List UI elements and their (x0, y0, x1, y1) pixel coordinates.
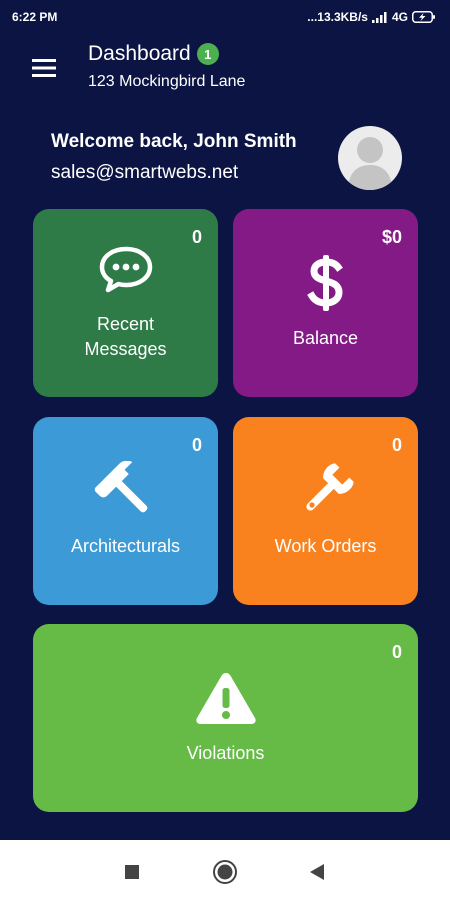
dollar-icon (306, 253, 346, 318)
user-avatar-icon[interactable] (338, 126, 402, 190)
balance-amount: $0 (381, 227, 402, 247)
property-address: 123 Mockingbird Lane (88, 73, 246, 90)
work-orders-count: 0 (391, 435, 402, 455)
violations-tile[interactable]: 0 Violations (33, 624, 418, 812)
wrench-icon (296, 461, 356, 526)
status-time: 6:22 PM (12, 10, 58, 24)
work-orders-tile[interactable]: 0 Work Orders (233, 417, 418, 605)
network-type: 4G (391, 10, 408, 24)
chat-bubble-icon (97, 245, 155, 300)
architecturals-count: 0 (191, 435, 202, 455)
home-circle-icon[interactable] (211, 858, 239, 886)
user-email: sales@smartwebs.net (51, 162, 239, 183)
hammer-icon (94, 460, 158, 526)
architecturals-tile[interactable]: 0 Architecturals (33, 417, 218, 605)
battery-charging-icon (412, 11, 436, 23)
page-title: Dashboard (88, 42, 191, 65)
recents-square-icon[interactable] (118, 858, 146, 886)
violations-count: 0 (391, 642, 402, 662)
app-title-row: Dashboard 1 (88, 42, 219, 66)
back-triangle-icon[interactable] (303, 858, 331, 886)
messages-count: 0 (191, 227, 202, 247)
notification-badge[interactable]: 1 (196, 43, 219, 65)
balance-label: Balance (292, 328, 359, 348)
violations-label: Violations (186, 743, 265, 763)
recent-messages-tile[interactable]: 0 Recent Messages (33, 209, 218, 397)
architecturals-label: Architecturals (70, 536, 181, 556)
balance-tile[interactable]: $0 Balance (233, 209, 418, 397)
status-indicators: ...13.3KB/s 4G (307, 10, 436, 24)
app-bar: Dashboard 1 123 Mockingbird Lane (0, 34, 450, 104)
welcome-greeting: Welcome back, John Smith (51, 131, 297, 152)
network-speed: ...13.3KB/s (307, 10, 368, 24)
warning-icon (194, 670, 258, 731)
system-nav-bar (0, 840, 450, 900)
work-orders-label: Work Orders (274, 536, 377, 556)
status-bar: 6:22 PM ...13.3KB/s 4G (0, 0, 450, 34)
dashboard-screen: 6:22 PM ...13.3KB/s 4G Dashboard 1 123 M… (0, 0, 450, 900)
recent-messages-label: Recent Messages (84, 314, 167, 359)
hamburger-menu-icon[interactable] (22, 52, 66, 84)
signal-icon (371, 11, 388, 23)
